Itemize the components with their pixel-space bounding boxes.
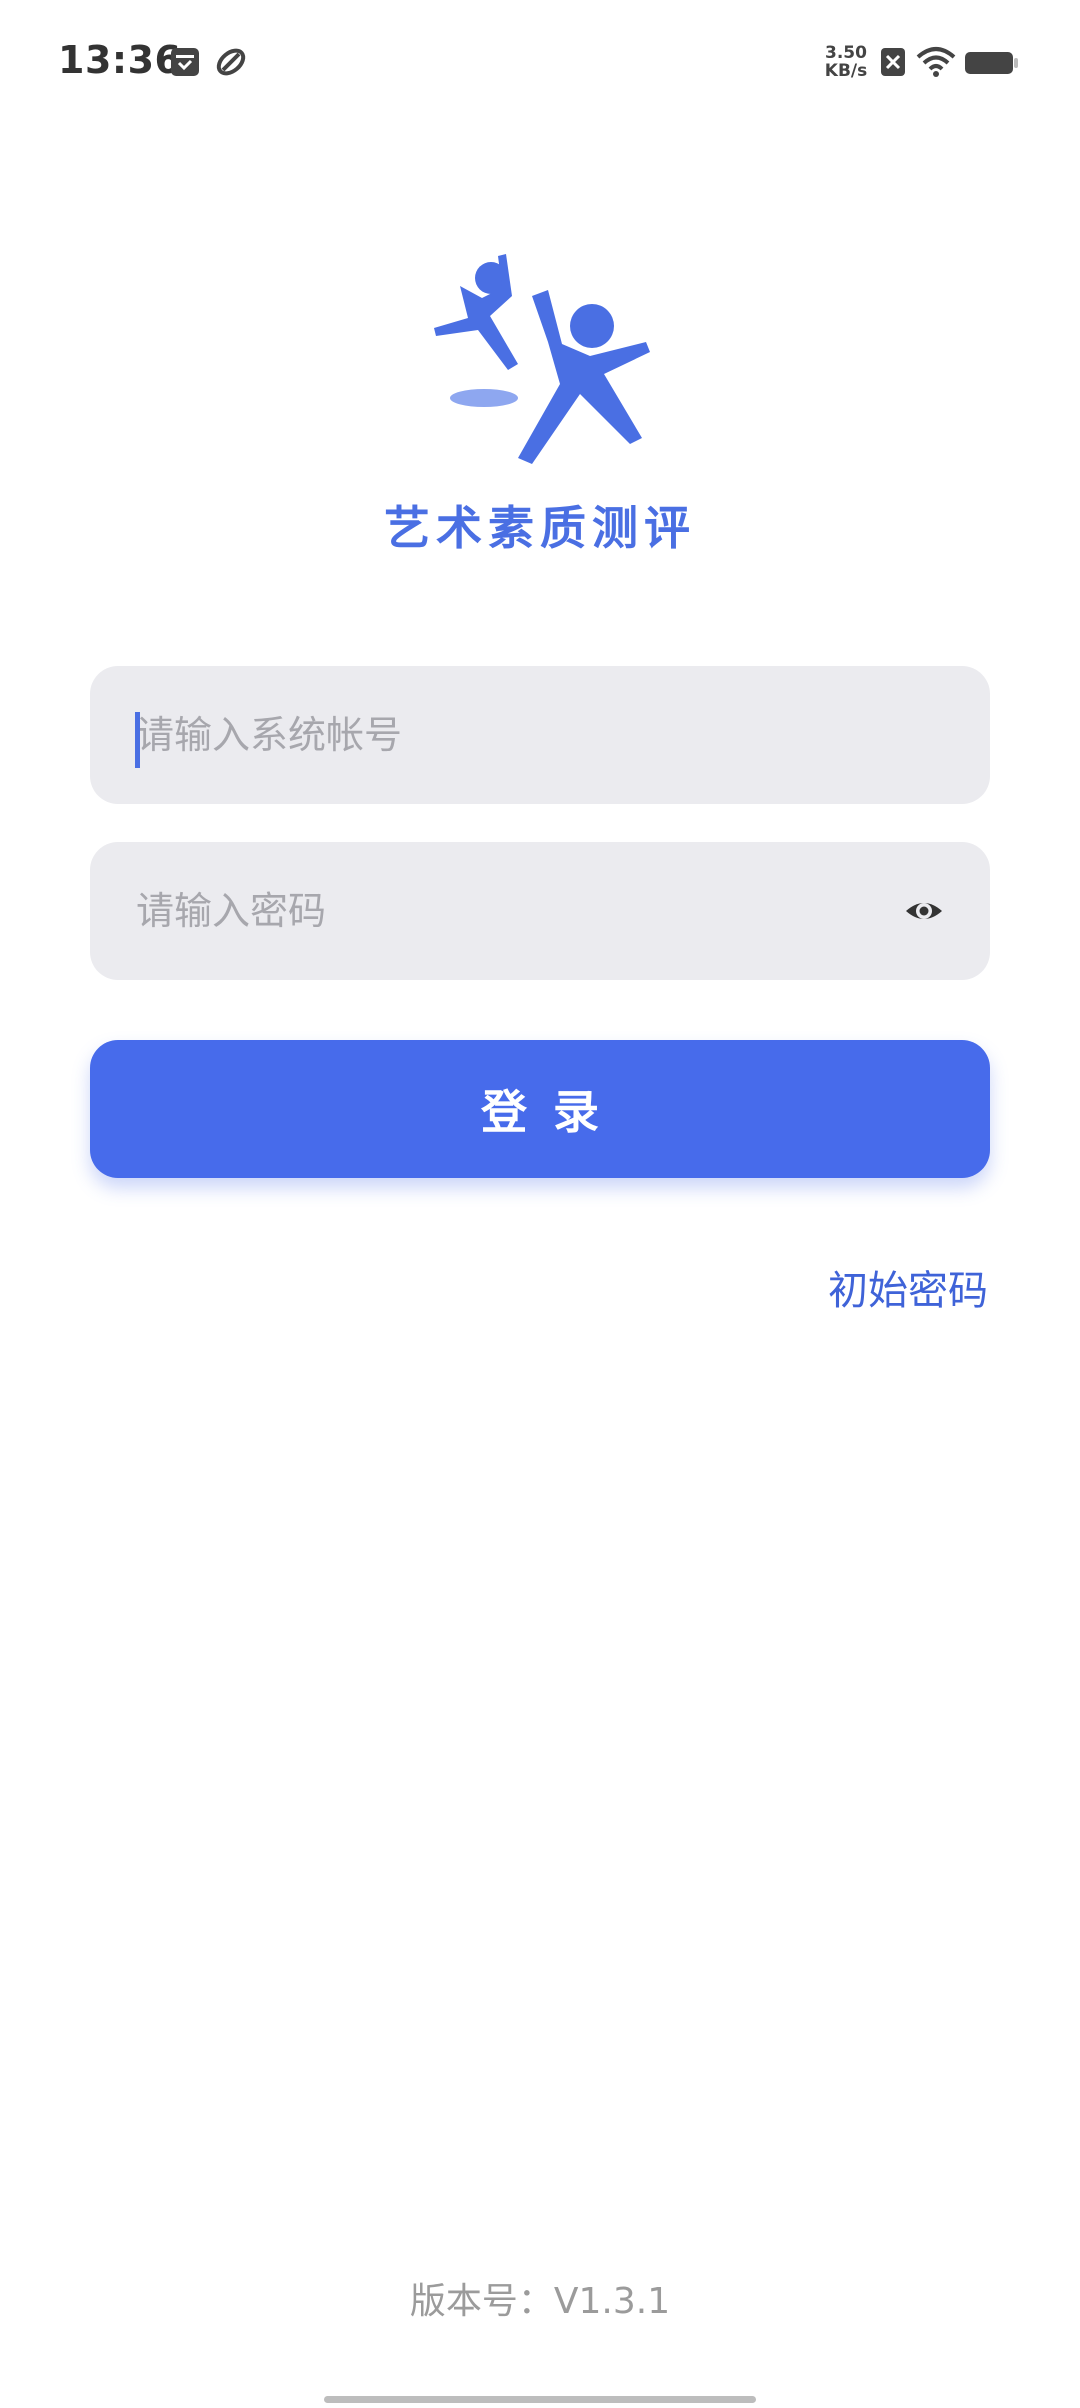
- battery-icon: [965, 52, 1018, 74]
- app-logo: [434, 254, 650, 464]
- network-speed-value: 3.50: [825, 43, 867, 63]
- eye-icon[interactable]: [904, 891, 944, 931]
- network-speed-unit: KB/s: [824, 61, 868, 81]
- login-button[interactable]: 登录: [90, 1040, 990, 1178]
- password-input[interactable]: [136, 842, 896, 980]
- initial-password-link[interactable]: 初始密码: [828, 1258, 988, 1316]
- calendar-icon: [171, 48, 199, 76]
- status-bar: 13:36 3.50 KB/s: [0, 0, 1080, 128]
- account-input[interactable]: [136, 666, 896, 804]
- sim-off-icon: [881, 48, 905, 76]
- network-speed: 3.50 KB/s: [818, 44, 874, 80]
- account-field[interactable]: [90, 666, 990, 804]
- link-icon: [216, 48, 246, 76]
- password-field[interactable]: [90, 842, 990, 980]
- status-time: 13:36: [58, 38, 182, 82]
- version-text: 版本号：V1.3.1: [409, 2281, 671, 2322]
- text-cursor: [135, 712, 140, 768]
- app-title: 艺术素质测评: [384, 501, 696, 555]
- wifi-icon: [916, 47, 956, 77]
- home-indicator[interactable]: [324, 2396, 756, 2403]
